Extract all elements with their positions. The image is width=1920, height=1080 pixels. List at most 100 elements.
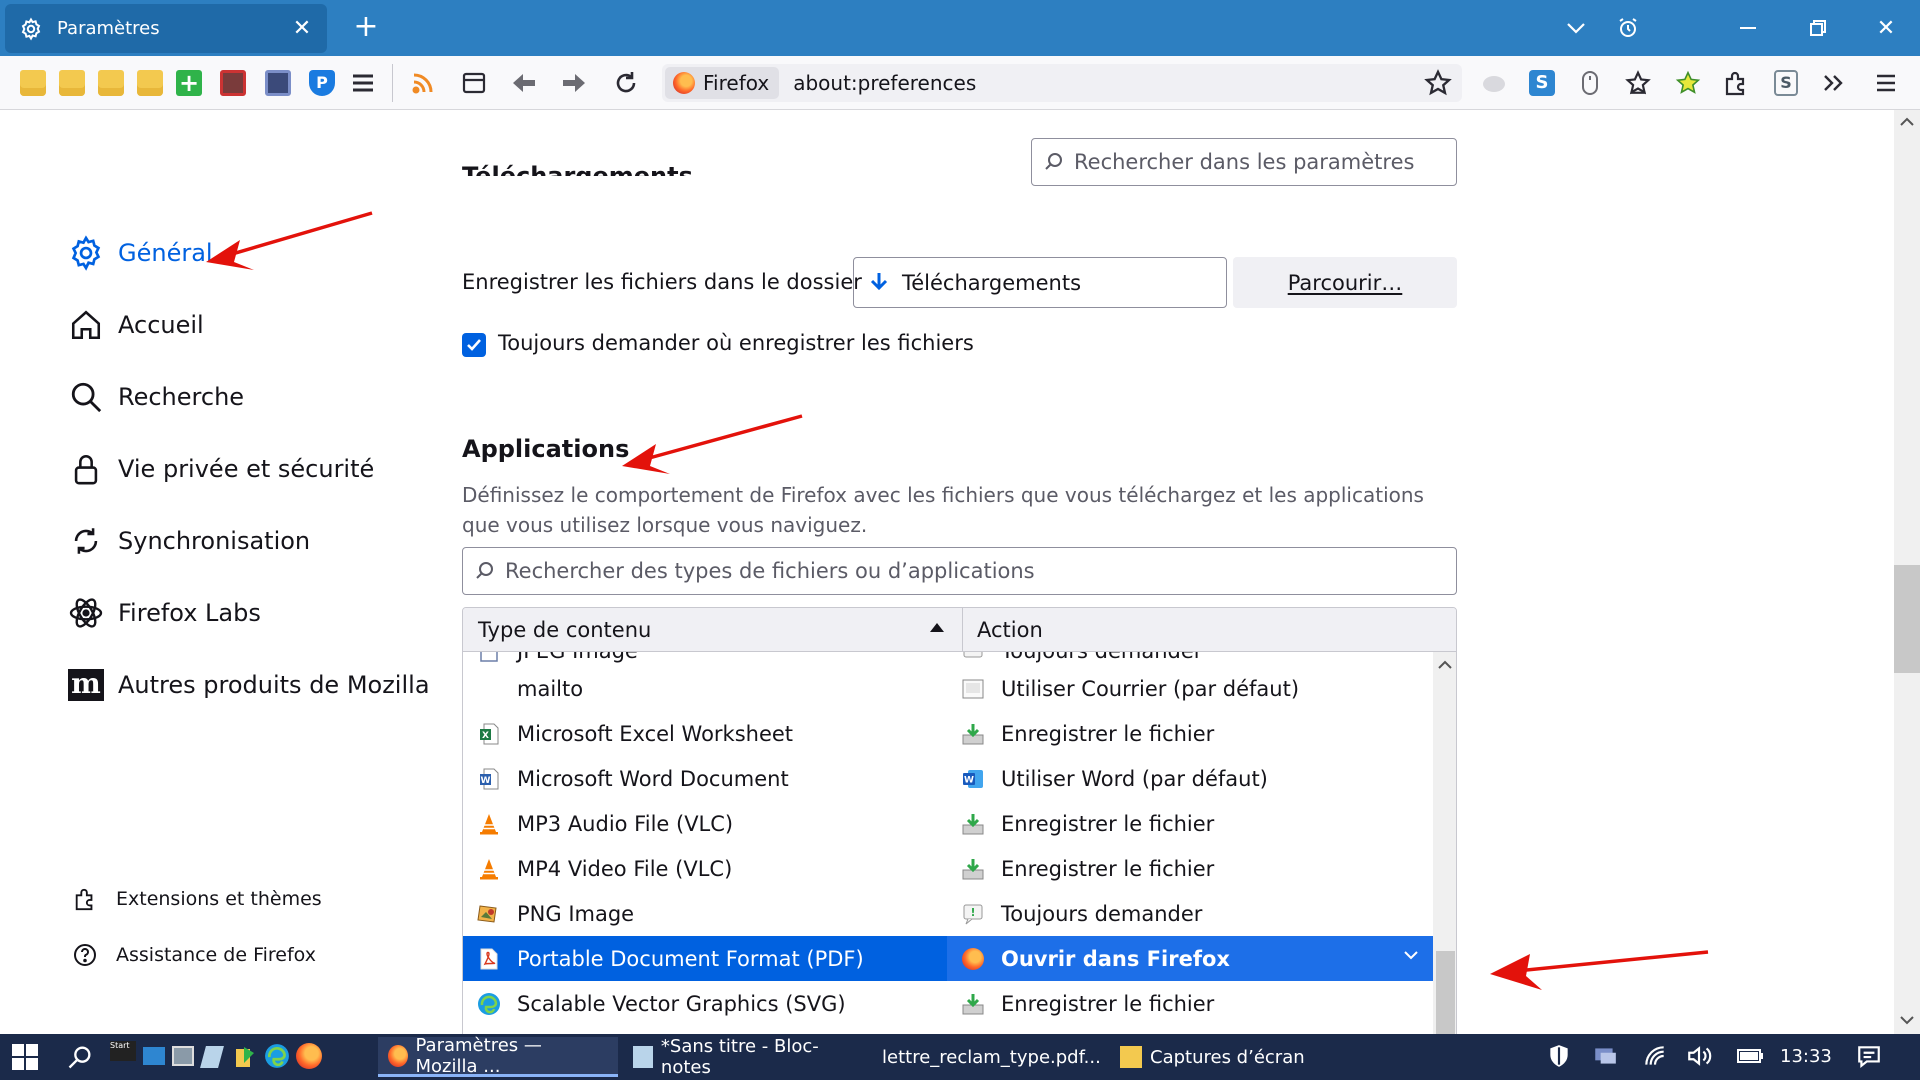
bookmark-image-icon[interactable] — [220, 70, 246, 96]
word-app-icon: W — [961, 767, 985, 791]
restore-icon[interactable] — [1800, 0, 1836, 56]
plus-icon[interactable]: + — [350, 12, 382, 44]
extension-cloud-icon[interactable] — [1478, 67, 1510, 99]
sidebar-item-general[interactable]: Général — [68, 233, 213, 273]
sidebar-item-label: Général — [118, 239, 213, 267]
forward-icon[interactable] — [558, 67, 590, 99]
url-bar[interactable]: Firefox about:preferences — [662, 64, 1462, 102]
start-app-icon[interactable]: Start — [110, 1041, 136, 1061]
edge-logo-icon[interactable] — [264, 1043, 292, 1071]
content-type-label: Portable Document Format (PDF) — [517, 946, 864, 971]
firefox-logo-icon — [388, 1044, 408, 1067]
app-menu-icon[interactable] — [1870, 67, 1902, 99]
star-icon[interactable] — [1424, 69, 1452, 97]
sidebar-item-privacy[interactable]: Vie privée et sécurité — [68, 449, 374, 489]
column-header-type[interactable]: Type de contenu — [463, 608, 963, 652]
scroll-down-icon[interactable] — [1894, 1010, 1920, 1032]
bookmark-folder-icon[interactable] — [98, 70, 124, 96]
display-icon[interactable] — [1592, 1043, 1620, 1071]
computer-icon[interactable] — [172, 1046, 194, 1066]
extension-mouse-icon[interactable] — [1574, 67, 1606, 99]
file-type-search-input[interactable]: Rechercher des types de fichiers ou d’ap… — [462, 547, 1457, 595]
table-row[interactable]: Scalable Vector Graphics (SVG) Enregistr… — [463, 981, 1433, 1026]
column-header-action[interactable]: Action — [963, 618, 1043, 642]
tab-list-icon[interactable] — [1560, 0, 1592, 56]
menu-lines-icon[interactable] — [350, 70, 376, 96]
table-row[interactable]: W Microsoft Word Document W Utiliser Word … — [463, 756, 1433, 801]
add-bookmark-icon[interactable]: + — [176, 70, 202, 96]
scroll-up-icon[interactable] — [1894, 112, 1920, 134]
table-row[interactable]: mailto Utiliser Courrier (par défaut) — [463, 666, 1433, 711]
minimize-icon[interactable] — [1730, 0, 1766, 56]
sidebar-item-labs[interactable]: Firefox Labs — [68, 593, 261, 633]
table-row[interactable]: MP4 Video File (VLC) Enregistrer le fich… — [463, 846, 1433, 891]
page-scrollbar[interactable] — [1894, 110, 1920, 1034]
extensions-puzzle-icon[interactable] — [1720, 67, 1752, 99]
sidebar-icon[interactable] — [458, 67, 490, 99]
extensions-themes-link[interactable]: Extensions et thèmes — [72, 886, 322, 912]
extension-s-icon[interactable]: S — [1526, 67, 1558, 99]
always-ask-checkbox[interactable] — [462, 333, 486, 357]
shield-extension-icon[interactable]: P — [309, 70, 335, 96]
desktop-icon[interactable] — [143, 1047, 165, 1065]
close-window-icon[interactable]: ✕ — [1868, 0, 1904, 56]
content-type-label: MP3 Audio File (VLC) — [517, 811, 734, 836]
identity-box[interactable]: Firefox — [665, 67, 780, 99]
table-row[interactable]: PNG Image ! Toujours demander — [463, 891, 1433, 936]
bookmark-image-icon[interactable] — [265, 70, 291, 96]
browse-button[interactable]: Parcourir… — [1233, 257, 1457, 308]
sidebar-item-label: Accueil — [118, 311, 204, 339]
always-ask-label[interactable]: Toujours demander où enregistrer les fic… — [498, 331, 974, 355]
bookmark-folder-icon[interactable] — [59, 70, 85, 96]
save-file-icon — [961, 722, 985, 746]
security-shield-icon[interactable] — [1546, 1043, 1574, 1071]
firefox-logo-icon — [673, 72, 695, 94]
reload-icon[interactable] — [610, 67, 642, 99]
table-scrollbar-thumb[interactable] — [1436, 951, 1455, 1034]
taskbar-item-pdf[interactable]: lettre_reclam_type.pdf... — [864, 1037, 1104, 1077]
sidebar-item-search[interactable]: Recherche — [68, 377, 244, 417]
firefox-support-link[interactable]: Assistance de Firefox — [72, 942, 316, 968]
notifications-icon[interactable] — [1856, 1043, 1884, 1071]
sidebar-item-home[interactable]: Accueil — [68, 305, 204, 345]
png-image-icon — [477, 902, 501, 926]
extension-s2-icon[interactable]: S — [1770, 67, 1802, 99]
windows-start-icon[interactable] — [12, 1044, 38, 1070]
close-tab-icon[interactable]: ✕ — [291, 17, 313, 40]
green-app-icon[interactable] — [234, 1045, 256, 1069]
preferences-search-input[interactable]: Rechercher dans les paramètres — [1031, 138, 1457, 186]
notepad-icon[interactable] — [200, 1046, 224, 1068]
bookmark-folder-icon[interactable] — [20, 70, 46, 96]
extension-star-icon[interactable] — [1622, 67, 1654, 99]
page-scrollbar-thumb[interactable] — [1894, 565, 1920, 673]
volume-icon[interactable] — [1686, 1043, 1714, 1071]
table-row[interactable]: MP3 Audio File (VLC) Enregistrer le fich… — [463, 801, 1433, 846]
back-icon[interactable] — [508, 67, 540, 99]
sidebar-item-mozilla[interactable]: m Autres produits de Mozilla — [68, 665, 430, 705]
taskbar-item-notepad[interactable]: *Sans titre - Bloc-notes — [623, 1036, 859, 1078]
rss-icon[interactable] — [410, 70, 436, 96]
download-folder-field[interactable]: Téléchargements — [853, 257, 1227, 308]
search-icon[interactable] — [66, 1043, 94, 1071]
sort-ascending-icon — [930, 622, 944, 632]
folder-icon — [1120, 1046, 1142, 1068]
alarm-icon[interactable] — [1612, 0, 1644, 56]
tab-parametres[interactable]: Paramètres ✕ — [5, 4, 327, 53]
table-header: Type de contenu Action — [463, 608, 1456, 652]
bookmark-folder-icon[interactable] — [137, 70, 163, 96]
overflow-chevron-icon[interactable] — [1818, 67, 1850, 99]
taskbar-item-explorer[interactable]: Captures d’écran — [1110, 1037, 1336, 1077]
table-row[interactable]: X Microsoft Excel Worksheet Enregistrer l… — [463, 711, 1433, 756]
sidebar-item-label: Vie privée et sécurité — [118, 455, 375, 483]
url-text[interactable]: about:preferences — [793, 71, 1424, 95]
sidebar-item-sync[interactable]: Synchronisation — [68, 521, 310, 561]
battery-icon[interactable] — [1736, 1043, 1764, 1071]
action-dropdown[interactable]: Ouvrir dans Firefox — [947, 936, 1433, 981]
extension-green-star-icon[interactable] — [1672, 67, 1704, 99]
taskbar-item-firefox[interactable]: Paramètres — Mozilla ... — [378, 1035, 618, 1077]
firefox-logo-icon[interactable] — [296, 1043, 324, 1071]
table-scrollbar[interactable] — [1433, 652, 1456, 1034]
wifi-icon[interactable] — [1642, 1043, 1670, 1071]
scroll-up-icon[interactable] — [1438, 660, 1452, 670]
table-row-selected[interactable]: Portable Document Format (PDF) Ouvrir da… — [463, 936, 1433, 981]
